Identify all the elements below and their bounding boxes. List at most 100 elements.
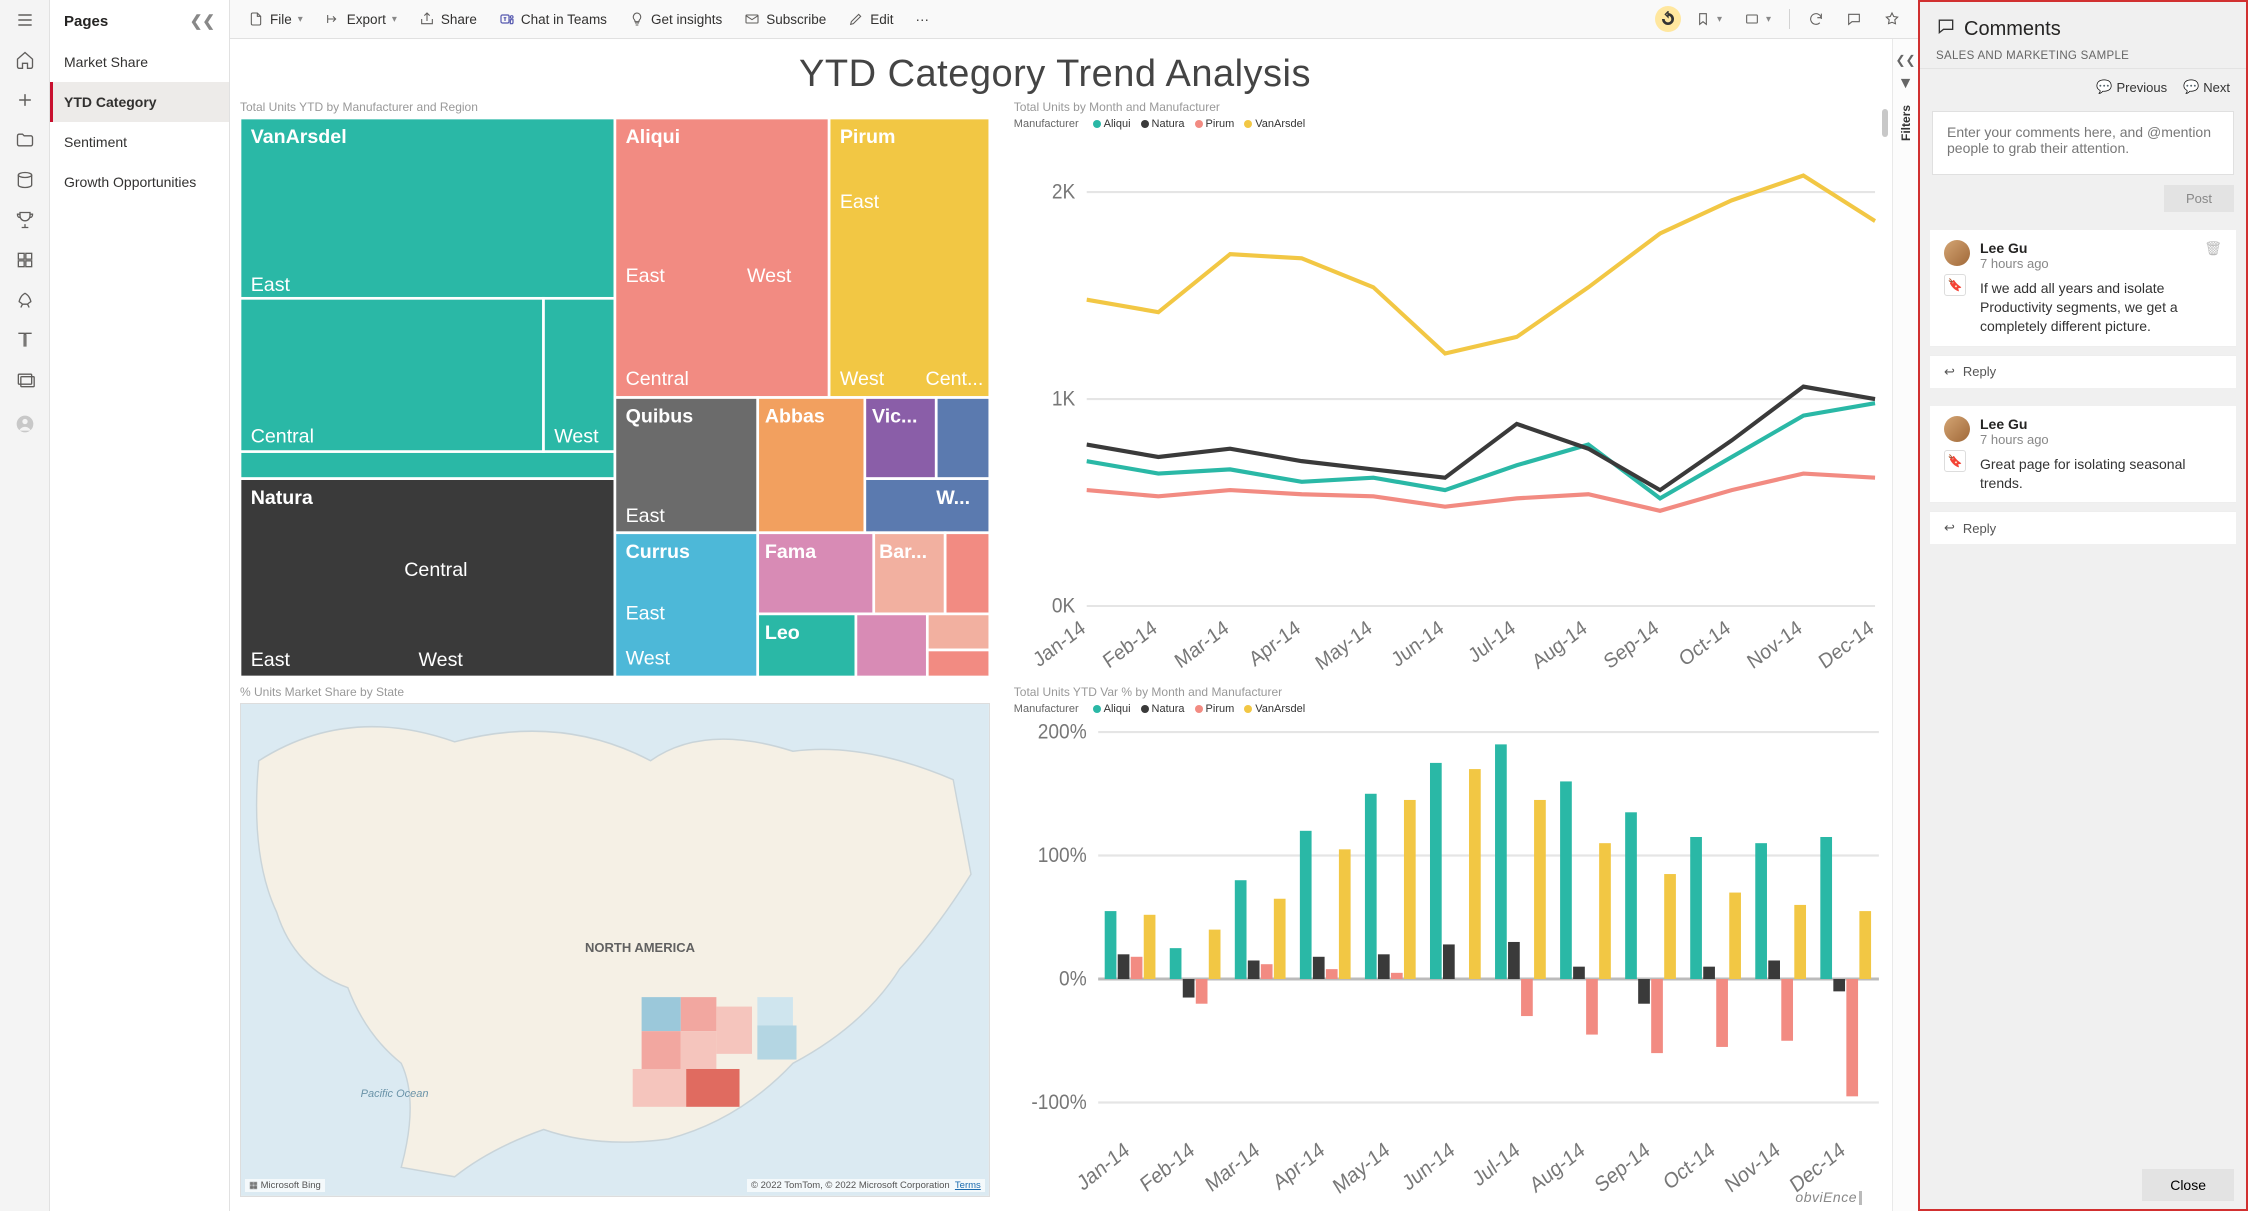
svg-text:May-14: May-14 <box>1312 617 1376 676</box>
pages-list: Market Share YTD Category Sentiment Grow… <box>50 42 229 1211</box>
svg-text:West: West <box>554 425 599 447</box>
export-menu[interactable]: Export ▾ <box>317 7 405 31</box>
viz-treemap[interactable]: Total Units YTD by Manufacturer and Regi… <box>240 100 990 677</box>
legend: ManufacturerAliquiNaturaPirumVanArsdel <box>1014 118 1892 130</box>
post-button[interactable]: Post <box>2164 185 2234 212</box>
view-menu[interactable]: ▾ <box>1736 7 1779 31</box>
collapse-pages-icon[interactable]: ❮❮ <box>190 12 215 30</box>
svg-text:West: West <box>419 649 464 671</box>
apps-icon[interactable] <box>15 250 35 270</box>
chat-teams-button[interactable]: Chat in Teams <box>491 7 615 31</box>
svg-text:Central: Central <box>626 368 689 390</box>
learn-icon[interactable] <box>15 330 35 350</box>
viz-map[interactable]: % Units Market Share by State <box>240 685 990 1197</box>
share-button[interactable]: Share <box>411 7 485 31</box>
svg-text:Central: Central <box>251 425 314 447</box>
comment-author: Lee Gu <box>1980 240 2049 256</box>
collapse-filters-icon[interactable]: ❮❮ <box>1895 53 1915 67</box>
filters-label: Filters <box>1899 105 1913 141</box>
ellipsis-icon: ··· <box>916 12 930 27</box>
teams-icon <box>499 11 515 27</box>
menu-icon[interactable] <box>15 10 35 30</box>
refresh-button[interactable] <box>1800 7 1832 31</box>
svg-text:Apr-14: Apr-14 <box>1269 1138 1328 1195</box>
home-icon[interactable] <box>15 50 35 70</box>
comments-subtitle: SALES AND MARKETING SAMPLE <box>1936 50 2230 62</box>
more-menu[interactable]: ··· <box>908 8 938 31</box>
svg-text:1K: 1K <box>1052 388 1076 411</box>
favorite-button[interactable] <box>1876 7 1908 31</box>
mail-icon <box>744 11 760 27</box>
svg-text:Vic...: Vic... <box>872 406 917 428</box>
svg-text:East: East <box>251 274 291 296</box>
account-icon[interactable] <box>15 414 35 434</box>
reset-button[interactable] <box>1655 6 1681 32</box>
bookmark-chip-icon[interactable]: 🔖 <box>1944 450 1966 472</box>
insights-button[interactable]: Get insights <box>621 7 730 31</box>
page-item-growth[interactable]: Growth Opportunities <box>50 162 229 202</box>
svg-text:Central: Central <box>404 559 467 581</box>
viz-title: % Units Market Share by State <box>240 685 990 699</box>
map-surface[interactable]: NORTH AMERICA Pacific Ocean ▦ Microsoft … <box>240 703 990 1197</box>
svg-text:West: West <box>747 265 792 287</box>
svg-text:Oct-14: Oct-14 <box>1659 1138 1718 1195</box>
svg-text:Mar-14: Mar-14 <box>1171 617 1233 674</box>
svg-text:2K: 2K <box>1052 181 1076 204</box>
page-item-market-share[interactable]: Market Share <box>50 42 229 82</box>
svg-text:Oct-14: Oct-14 <box>1675 617 1734 672</box>
new-comment-input[interactable]: Enter your comments here, and @mention p… <box>1932 111 2234 175</box>
svg-text:Natura: Natura <box>251 487 314 509</box>
svg-text:Jan-14: Jan-14 <box>1029 617 1089 672</box>
svg-text:W...: W... <box>936 487 970 509</box>
datahub-icon[interactable] <box>15 170 35 190</box>
browse-icon[interactable] <box>15 130 35 150</box>
chevron-down-icon: ▾ <box>392 14 397 25</box>
create-icon[interactable] <box>15 90 35 110</box>
map-bing-badge: ▦ Microsoft Bing <box>245 1179 325 1192</box>
filters-pane-collapsed[interactable]: ❮❮ ▼ Filters <box>1892 39 1918 1211</box>
reply-button[interactable]: ↩ Reply <box>1930 511 2236 544</box>
subscribe-button[interactable]: Subscribe <box>736 7 834 31</box>
comments-prev[interactable]: 💬 Previous <box>2096 79 2167 95</box>
report-toolbar: File ▾ Export ▾ Share Chat in Teams Get … <box>230 0 1918 39</box>
page-item-sentiment[interactable]: Sentiment <box>50 122 229 162</box>
scrollbar-thumb[interactable] <box>1882 109 1888 137</box>
svg-text:Currus: Currus <box>626 541 690 563</box>
workspaces-icon[interactable] <box>15 370 35 390</box>
edit-button[interactable]: Edit <box>840 7 901 31</box>
file-menu[interactable]: File ▾ <box>240 7 311 31</box>
reply-button[interactable]: ↩ Reply <box>1930 355 2236 388</box>
comments-title: Comments <box>1964 18 2061 41</box>
comment-time: 7 hours ago <box>1980 432 2049 447</box>
svg-text:Jun-14: Jun-14 <box>1398 1138 1458 1196</box>
viz-title: Total Units by Month and Manufacturer <box>1014 100 1892 114</box>
bookmark-menu[interactable]: ▾ <box>1687 7 1730 31</box>
comment-icon <box>1936 16 1956 42</box>
close-comments-button[interactable]: Close <box>2142 1169 2234 1201</box>
deployment-icon[interactable] <box>15 290 35 310</box>
map-attribution: © 2022 TomTom, © 2022 Microsoft Corporat… <box>747 1179 985 1192</box>
viz-title: Total Units YTD Var % by Month and Manuf… <box>1014 685 1892 699</box>
report-canvas: YTD Category Trend Analysis Total Units … <box>230 39 1892 1211</box>
svg-text:Leo: Leo <box>765 622 800 644</box>
svg-text:Dec-14: Dec-14 <box>1815 617 1878 674</box>
page-item-ytd-category[interactable]: YTD Category <box>50 82 229 122</box>
svg-text:0K: 0K <box>1052 595 1076 618</box>
svg-text:Feb-14: Feb-14 <box>1099 617 1161 674</box>
goals-icon[interactable] <box>15 210 35 230</box>
svg-text:Cent...: Cent... <box>926 368 984 390</box>
comment-author: Lee Gu <box>1980 416 2049 432</box>
refresh-icon <box>1808 11 1824 27</box>
svg-text:Abbas: Abbas <box>765 406 825 428</box>
delete-comment-icon[interactable]: 🗑 <box>2204 240 2222 257</box>
pages-title: Pages <box>64 13 108 30</box>
viz-line[interactable]: Total Units by Month and Manufacturer Ma… <box>1014 100 1892 677</box>
comments-next[interactable]: 💬 Next <box>2183 79 2230 95</box>
bookmark-chip-icon[interactable]: 🔖 <box>1944 274 1966 296</box>
viz-bar[interactable]: Total Units YTD Var % by Month and Manuf… <box>1014 685 1892 1197</box>
svg-text:Sep-14: Sep-14 <box>1600 617 1663 674</box>
comment-toggle-button[interactable] <box>1838 7 1870 31</box>
comment-card: Lee Gu 7 hours ago 🔖 Great page for isol… <box>1930 406 2236 504</box>
svg-text:Jan-14: Jan-14 <box>1073 1138 1133 1196</box>
map-terms-link[interactable]: Terms <box>955 1180 981 1191</box>
